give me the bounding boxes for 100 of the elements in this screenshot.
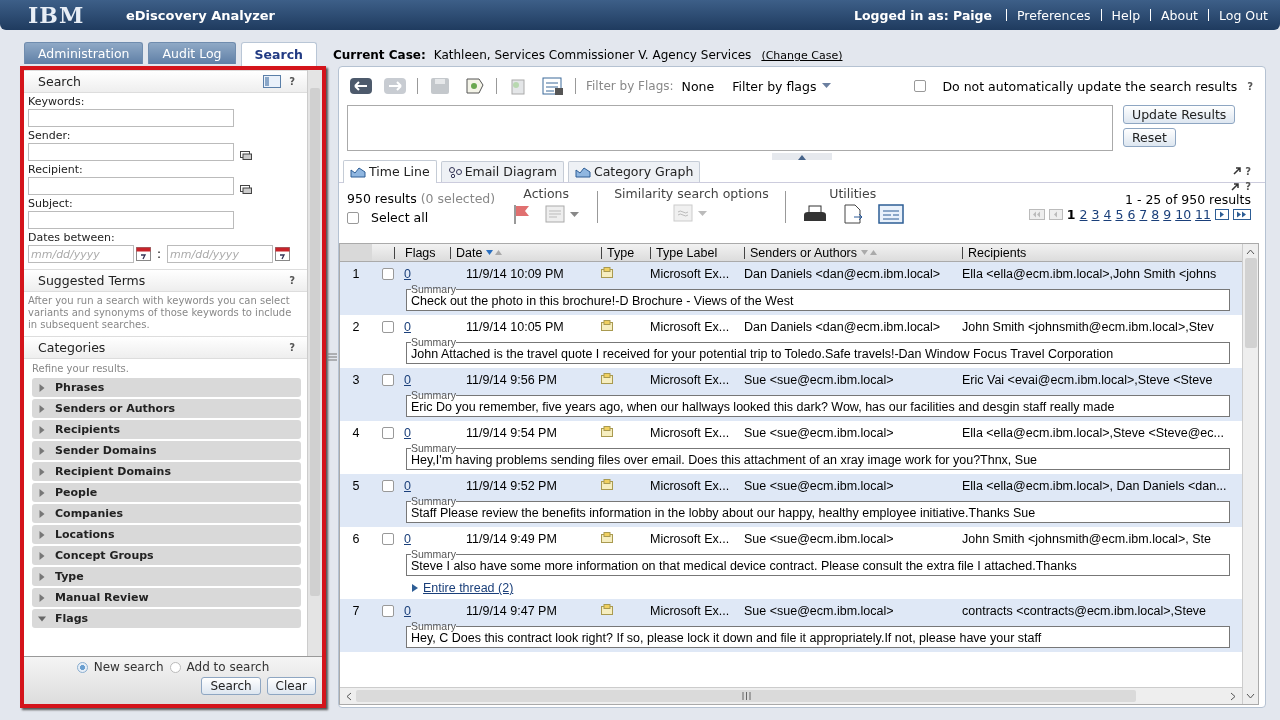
splitter-handle[interactable] (328, 353, 337, 361)
similarity-dropdown-icon[interactable] (673, 203, 710, 223)
collapse-handle[interactable] (772, 153, 832, 160)
header-link[interactable]: About (1161, 7, 1199, 23)
column-header[interactable]: Senders or Authors (744, 246, 962, 259)
row-checkbox[interactable] (382, 426, 394, 439)
row-checkbox[interactable] (382, 479, 394, 492)
radio-option[interactable]: Add to search (169, 660, 270, 674)
page-link[interactable]: 3 (1091, 207, 1100, 222)
category-item[interactable]: Manual Review (32, 588, 301, 607)
page-link[interactable]: 1 (1066, 207, 1076, 222)
text-field[interactable] (28, 109, 234, 127)
scroll-left-icon[interactable] (346, 691, 352, 701)
column-header[interactable]: Type (601, 246, 650, 259)
address-book-icon[interactable] (240, 184, 252, 194)
panel-button[interactable]: Search (201, 677, 261, 695)
header-link[interactable]: Log Out (1219, 7, 1268, 23)
date-field[interactable]: mm/dd/yyyy (28, 245, 134, 263)
note-dropdown-icon[interactable] (545, 204, 582, 224)
flags-link[interactable]: 0 (404, 531, 411, 546)
page-link[interactable]: 11 (1195, 207, 1211, 222)
column-header[interactable]: Type Label (650, 246, 744, 259)
flags-link[interactable]: 0 (404, 603, 411, 618)
column-header[interactable]: Date (450, 246, 601, 259)
flags-link[interactable]: 0 (404, 478, 411, 493)
page-link[interactable]: 9 (1163, 207, 1172, 222)
help-icon[interactable]: ? (289, 76, 295, 87)
layout-icon[interactable] (263, 75, 282, 88)
view-tab[interactable]: Email Diagram (440, 160, 564, 182)
filter-dropdown[interactable]: Filter by flags (732, 78, 832, 94)
flags-link[interactable]: 0 (404, 266, 411, 281)
change-case-link[interactable]: (Change Case) (761, 49, 843, 62)
page-link[interactable]: 6 (1127, 207, 1136, 222)
row-checkbox[interactable] (382, 532, 394, 545)
next-page-icon[interactable] (1215, 209, 1229, 220)
category-item[interactable]: Phrases (32, 378, 301, 397)
flags-link[interactable]: 0 (404, 372, 411, 387)
row-checkbox[interactable] (382, 267, 394, 280)
text-field[interactable] (28, 211, 234, 229)
flags-link[interactable]: 0 (404, 425, 411, 440)
address-book-icon[interactable] (240, 150, 252, 160)
category-item[interactable]: Recipients (32, 420, 301, 439)
horizontal-scrollbar[interactable] (340, 687, 1242, 704)
thread-link[interactable]: Entire thread (2) (412, 581, 514, 595)
query-field[interactable] (347, 105, 1113, 151)
help-icon[interactable]: ? (289, 275, 295, 286)
flags-link[interactable]: 0 (404, 319, 411, 334)
help-icon[interactable]: ? (1245, 181, 1251, 192)
view-tab[interactable]: Category Graph (567, 160, 701, 182)
header-link[interactable]: Preferences (1017, 7, 1091, 23)
print-icon[interactable] (801, 204, 828, 224)
text-field[interactable] (28, 143, 234, 161)
maximize-icon[interactable] (1231, 182, 1240, 191)
help-icon[interactable]: ? (289, 342, 295, 353)
row-checkbox[interactable] (382, 320, 394, 333)
tab[interactable]: Search (240, 42, 317, 66)
forward-icon[interactable] (383, 77, 407, 95)
query-button[interactable]: Reset (1123, 128, 1176, 147)
category-item[interactable]: Companies (32, 504, 301, 523)
maximize-icon[interactable] (1233, 167, 1242, 175)
category-item[interactable]: Concept Groups (32, 546, 301, 565)
last-page-icon[interactable] (1233, 209, 1251, 220)
panel-button[interactable]: Clear (266, 677, 316, 695)
grip-icon[interactable] (741, 692, 751, 700)
previous-page-icon[interactable] (1048, 209, 1063, 220)
scroll-right-icon[interactable] (1230, 691, 1236, 701)
list-icon[interactable] (541, 76, 565, 96)
vertical-scrollbar[interactable] (1242, 244, 1258, 704)
page-link[interactable]: 8 (1151, 207, 1160, 222)
scroll-up-icon[interactable] (1246, 248, 1255, 256)
page-link[interactable]: 10 (1175, 207, 1192, 222)
page-link[interactable]: 4 (1103, 207, 1112, 222)
help-icon[interactable]: ? (1247, 80, 1253, 92)
calendar-icon[interactable] (275, 247, 291, 261)
header-link[interactable]: Help (1111, 7, 1141, 23)
select-all-checkbox[interactable]: Select all (347, 210, 496, 225)
save-icon[interactable] (428, 77, 452, 95)
page-link[interactable]: 7 (1139, 207, 1148, 222)
category-item[interactable]: Locations (32, 525, 301, 544)
text-field[interactable] (28, 177, 234, 195)
category-item[interactable]: People (32, 483, 301, 502)
first-page-icon[interactable] (1028, 209, 1045, 220)
column-header[interactable]: Flags (394, 246, 450, 259)
scroll-thumb[interactable] (1244, 258, 1257, 348)
date-field[interactable]: mm/dd/yyyy (167, 245, 274, 263)
columns-icon[interactable] (877, 204, 904, 224)
category-item[interactable]: Senders or Authors (32, 399, 301, 418)
page-link[interactable]: 5 (1115, 207, 1124, 222)
help-icon[interactable]: ? (1245, 165, 1251, 177)
row-checkbox[interactable] (382, 604, 394, 617)
category-item[interactable]: Type (32, 567, 301, 586)
category-item[interactable]: Recipient Domains (32, 462, 301, 481)
category-item[interactable]: Flags (32, 609, 301, 628)
scrollbar[interactable] (307, 70, 322, 656)
auto-update-checkbox[interactable]: Do not automatically update the search results (914, 78, 1238, 94)
page-link[interactable]: 2 (1079, 207, 1088, 222)
back-icon[interactable] (349, 77, 373, 95)
radio-option[interactable]: New search (76, 660, 164, 674)
calendar-icon[interactable] (136, 247, 151, 261)
scroll-down-icon[interactable] (1246, 692, 1255, 700)
